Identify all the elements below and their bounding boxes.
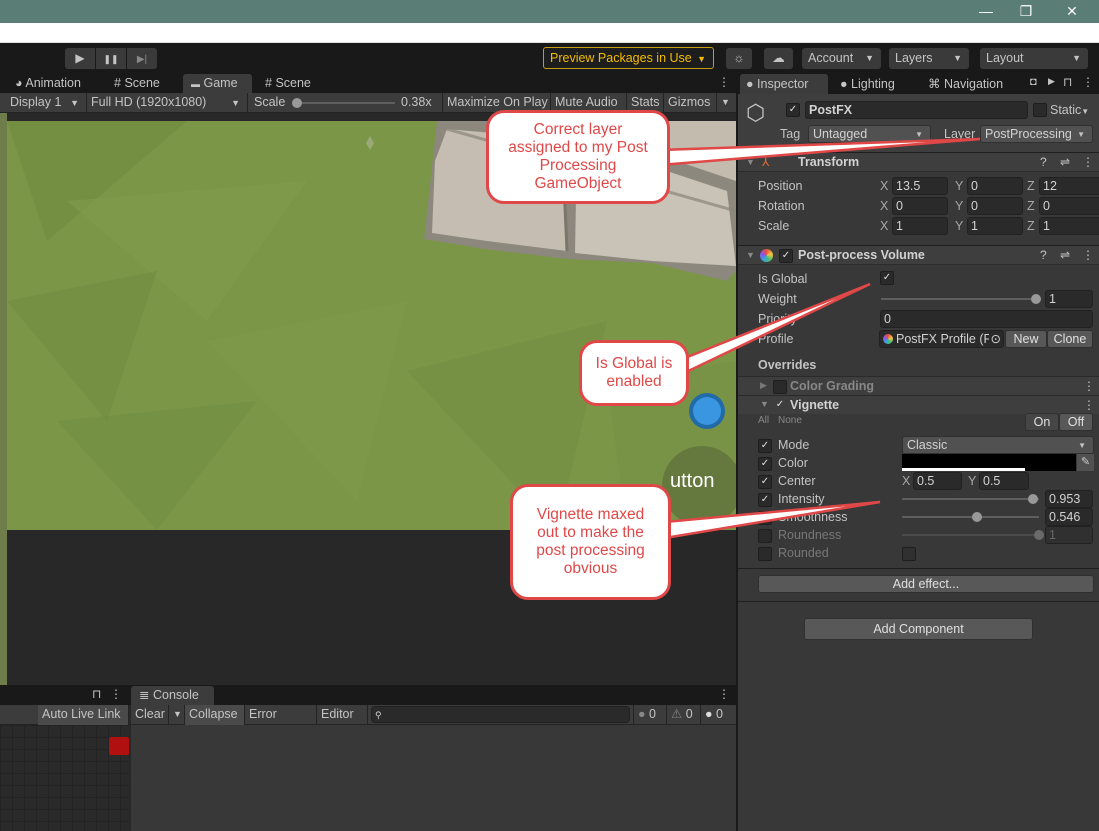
global-callout: Is Global is enabled	[579, 340, 689, 406]
layer-callout-text: Correct layer assigned to my Post Proces…	[508, 121, 648, 192]
global-callout-text: Is Global is enabled	[595, 355, 673, 390]
global-callout-pointer	[678, 282, 871, 377]
vignette-callout-text: Vignette maxed out to make the post proc…	[536, 506, 645, 577]
layer-callout: Correct layer assigned to my Post Proces…	[486, 110, 670, 204]
layer-callout-pointer	[658, 137, 981, 167]
vignette-callout: Vignette maxed out to make the post proc…	[510, 484, 671, 600]
vignette-callout-pointer	[663, 500, 881, 540]
